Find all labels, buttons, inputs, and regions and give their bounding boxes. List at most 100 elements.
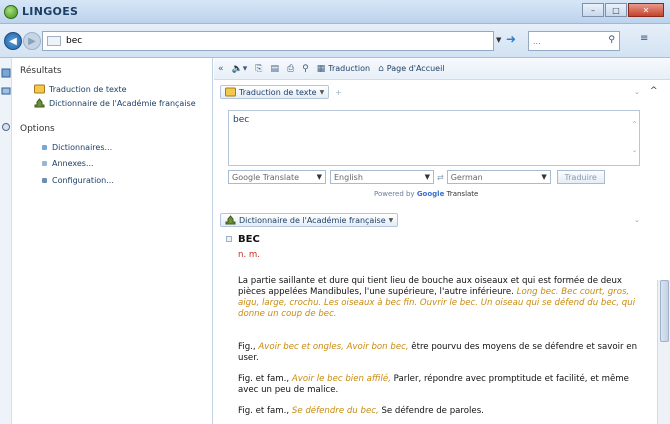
sidebar-item-label: Annexes... [52,159,94,168]
results-section-title: Résultats [20,66,62,76]
dictionary-source-icon [47,36,61,46]
chevron-down-icon: ▼ [541,173,547,181]
save-icon[interactable]: ▤ [270,64,279,74]
powered-by-label: Powered by [374,190,415,198]
collapse-panel-icon[interactable]: ⌄ [634,88,640,96]
dictionary-entry: BEC n. m. La partie saillante et dure qu… [222,234,650,424]
options-icon[interactable] [1,122,11,132]
app-title: LINGOES [22,5,79,18]
chevron-down-icon: ▼ [424,173,430,181]
sidebar-item-dictionaries[interactable]: Dictionnaires... [42,143,112,152]
maximize-button[interactable]: □ [605,3,627,17]
source-language-value: English [334,172,363,182]
secondary-search-input[interactable] [533,36,593,46]
definition-prefix: Fig. et fam., [238,406,290,416]
definition-paragraph: La partie saillante et dure qui tient li… [238,276,648,320]
definition-paragraph: Fig. et fam., Avoir le bec bien affilé, … [238,374,648,396]
go-button[interactable]: ➜ [506,32,522,50]
arrow-right-icon: ▶ [28,35,36,47]
scroll-down-icon[interactable]: ⌄ [632,147,637,154]
text-translation-tab[interactable]: Traduction de texte ▼ [220,85,330,99]
definition-prefix: Fig. et fam., [238,374,290,384]
google-brand: Google [416,190,445,198]
sidebar-item-academie-dictionary[interactable]: Dictionnaire de l'Académie française [34,98,196,108]
source-language-select[interactable]: English ▼ [330,170,434,184]
translation-tool-icon: ▦ [316,63,326,74]
definition-examples: Avoir le bec bien affilé, [291,374,391,384]
search-field[interactable] [42,31,494,51]
chevron-down-icon: ▼ [388,216,394,224]
sidebar-item-annexes[interactable]: Annexes... [42,159,94,168]
title-bar: LINGOES – □ ✕ [0,0,670,24]
translation-toolbar-button[interactable]: Traduction [328,64,370,73]
engine-select[interactable]: Google Translate ▼ [228,170,326,184]
powered-translate-label: Translate [446,190,479,198]
dictionary-tab-label: Dictionnaire de l'Académie française [239,215,386,225]
translate-button[interactable]: Traduire [556,170,605,184]
definition-examples: Avoir bec et ongles, Avoir bon bec, [258,342,409,352]
home-toolbar-button[interactable]: Page d'Accueil [387,64,445,73]
arrow-left-icon: ◀ [9,35,17,47]
menu-icon[interactable]: ≡ [640,33,648,44]
definition-paragraph: Fig., Avoir bec et ongles, Avoir bon bec… [238,342,648,364]
address-bar: ◀ ▶ ▼ ➜ ⚲ ≡ [0,24,670,58]
sidebar: Résultats Traduction de texte Dictionnai… [0,58,213,424]
scroll-up-icon[interactable]: ^ [650,86,658,96]
forward-button[interactable]: ▶ [23,32,41,50]
search-icon[interactable]: ⚲ [608,35,615,45]
options-section-title: Options [20,124,55,134]
collapse-panel-icon[interactable]: ⌄ [634,216,640,224]
copy-icon[interactable]: ⎘ [255,64,262,74]
headword: BEC [238,234,260,245]
annexes-icon [42,161,47,166]
secondary-search-field[interactable]: ⚲ [528,31,620,51]
dictionary-icon[interactable] [1,86,11,96]
search-input[interactable] [66,36,466,46]
definition-examples: Se défendre du bec, [291,406,379,416]
add-panel-icon[interactable]: + [335,88,342,97]
window-controls: – □ ✕ [581,3,664,17]
results-icon[interactable] [1,68,11,78]
toolbar: « 🔈▾ ⎘ ▤ ⎙ ⚲ ▦ Traduction ⌂ Page d'Accue… [214,58,670,80]
back-button[interactable]: ◀ [4,32,22,50]
chevron-down-icon: ▼ [316,173,322,181]
powered-by-google: Powered by Google Translate [374,190,478,198]
lingoes-logo-icon [4,5,18,19]
dictionary-header: Dictionnaire de l'Académie française ▼ [220,212,399,228]
swap-languages-icon[interactable]: ⇄ [437,173,444,182]
vertical-scrollbar[interactable] [657,280,670,424]
speaker-icon[interactable]: 🔈▾ [232,64,248,74]
translation-options: Google Translate ▼ English ▼ ⇄ German ▼ … [228,170,605,184]
dictionary-tab[interactable]: Dictionnaire de l'Académie française ▼ [220,213,399,227]
engine-select-value: Google Translate [232,172,300,182]
main-pane: « 🔈▾ ⎘ ▤ ⎙ ⚲ ▦ Traduction ⌂ Page d'Accue… [214,58,670,424]
academie-icon [34,98,45,108]
sidebar-item-configuration[interactable]: Configuration... [42,176,114,185]
target-language-value: German [450,172,483,182]
configuration-icon [42,178,47,183]
target-language-select[interactable]: German ▼ [446,170,551,184]
collapse-all-icon[interactable]: « [218,64,224,74]
sidebar-item-text-translation[interactable]: Traduction de texte [34,84,127,94]
sidebar-item-label: Traduction de texte [49,84,127,94]
definition-text: Se défendre de paroles. [381,406,484,416]
translation-icon [34,84,45,94]
academie-icon [225,215,236,225]
print-icon[interactable]: ⎙ [287,64,294,74]
history-dropdown-icon[interactable]: ▼ [496,36,501,44]
collapse-entry-icon[interactable] [226,236,232,242]
sidebar-item-label: Configuration... [52,176,114,185]
sidebar-item-label: Dictionnaires... [52,143,113,152]
sidebar-strip [0,58,12,424]
chevron-down-icon: ▼ [319,88,325,96]
translation-icon [225,87,236,97]
scroll-up-icon[interactable]: ^ [632,121,637,128]
close-button[interactable]: ✕ [628,3,664,17]
minimize-button[interactable]: – [582,3,604,17]
scrollbar-thumb[interactable] [660,280,669,342]
find-icon[interactable]: ⚲ [302,64,309,74]
text-translation-header: Traduction de texte ▼ + [220,84,342,100]
definition-prefix: Fig., [238,342,256,352]
translation-input-area[interactable]: bec ^ ⌄ [228,110,640,166]
translation-input-text: bec [233,115,250,125]
